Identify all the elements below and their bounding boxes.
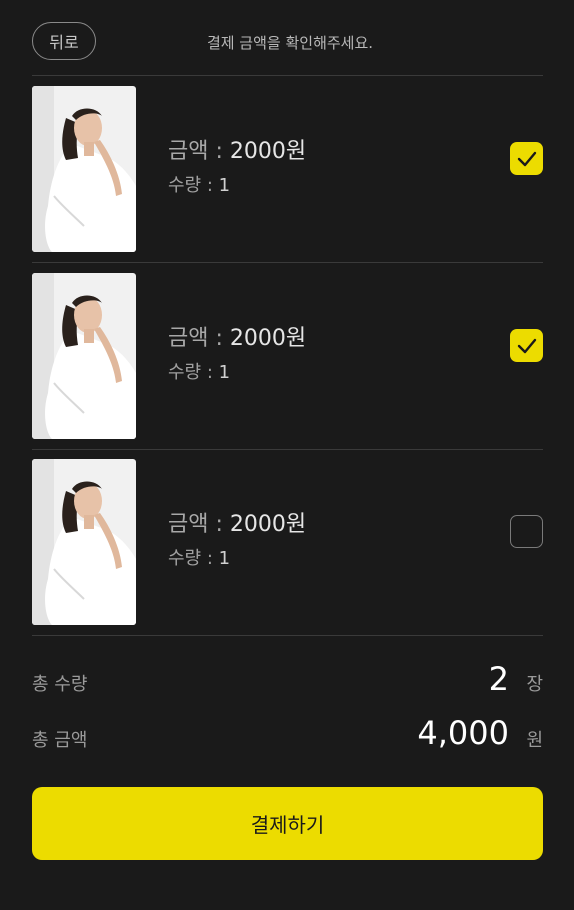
photo-thumbnail (32, 86, 136, 252)
photo-item: 금액 : 2000원 수량 : 1 (0, 263, 574, 449)
quantity-label: 수량 : (168, 548, 213, 569)
price-value: 2000원 (229, 326, 307, 351)
photo-item: 금액 : 2000원 수량 : 1 (0, 76, 574, 262)
select-checkbox[interactable] (510, 142, 543, 175)
select-checkbox[interactable] (510, 329, 543, 362)
check-icon (517, 151, 536, 166)
quantity-value: 1 (218, 548, 231, 569)
photo-item: 금액 : 2000원 수량 : 1 (0, 449, 574, 635)
total-amount-label: 총 금액 (32, 730, 88, 751)
quantity-value: 1 (218, 175, 231, 196)
check-icon (517, 338, 536, 353)
back-button[interactable]: 뒤로 (32, 22, 96, 60)
total-quantity-value: 2 (488, 660, 509, 698)
woman-photo (32, 86, 136, 252)
price-label: 금액 : (168, 326, 223, 351)
quantity-label: 수량 : (168, 362, 213, 383)
total-amount-unit: 원 (526, 730, 543, 751)
header-message: 결제 금액을 확인해주세요. (206, 34, 374, 52)
quantity-row: 수량 : 1 (168, 358, 230, 384)
price-row: 금액 : 2000원 (168, 133, 306, 165)
header: 뒤로 결제 금액을 확인해주세요. (0, 0, 574, 76)
photo-thumbnail (32, 459, 136, 625)
total-quantity-label: 총 수량 (32, 674, 88, 695)
price-row: 금액 : 2000원 (168, 320, 306, 352)
total-quantity-unit: 장 (526, 674, 543, 695)
pay-button[interactable]: 결제하기 (32, 787, 543, 860)
divider (32, 635, 543, 636)
price-label: 금액 : (168, 512, 223, 537)
quantity-value: 1 (218, 362, 231, 383)
select-checkbox[interactable] (510, 515, 543, 548)
total-amount-row: 총 금액 4,000 원 (32, 714, 543, 758)
price-value: 2000원 (229, 139, 307, 164)
price-value: 2000원 (229, 512, 307, 537)
total-amount-value: 4,000 (417, 714, 509, 752)
quantity-row: 수량 : 1 (168, 544, 230, 570)
quantity-label: 수량 : (168, 175, 213, 196)
woman-photo (32, 273, 136, 439)
photo-thumbnail (32, 273, 136, 439)
woman-photo (32, 459, 136, 625)
price-label: 금액 : (168, 139, 223, 164)
price-row: 금액 : 2000원 (168, 506, 306, 538)
quantity-row: 수량 : 1 (168, 171, 230, 197)
total-quantity-row: 총 수량 2 장 (32, 660, 543, 702)
